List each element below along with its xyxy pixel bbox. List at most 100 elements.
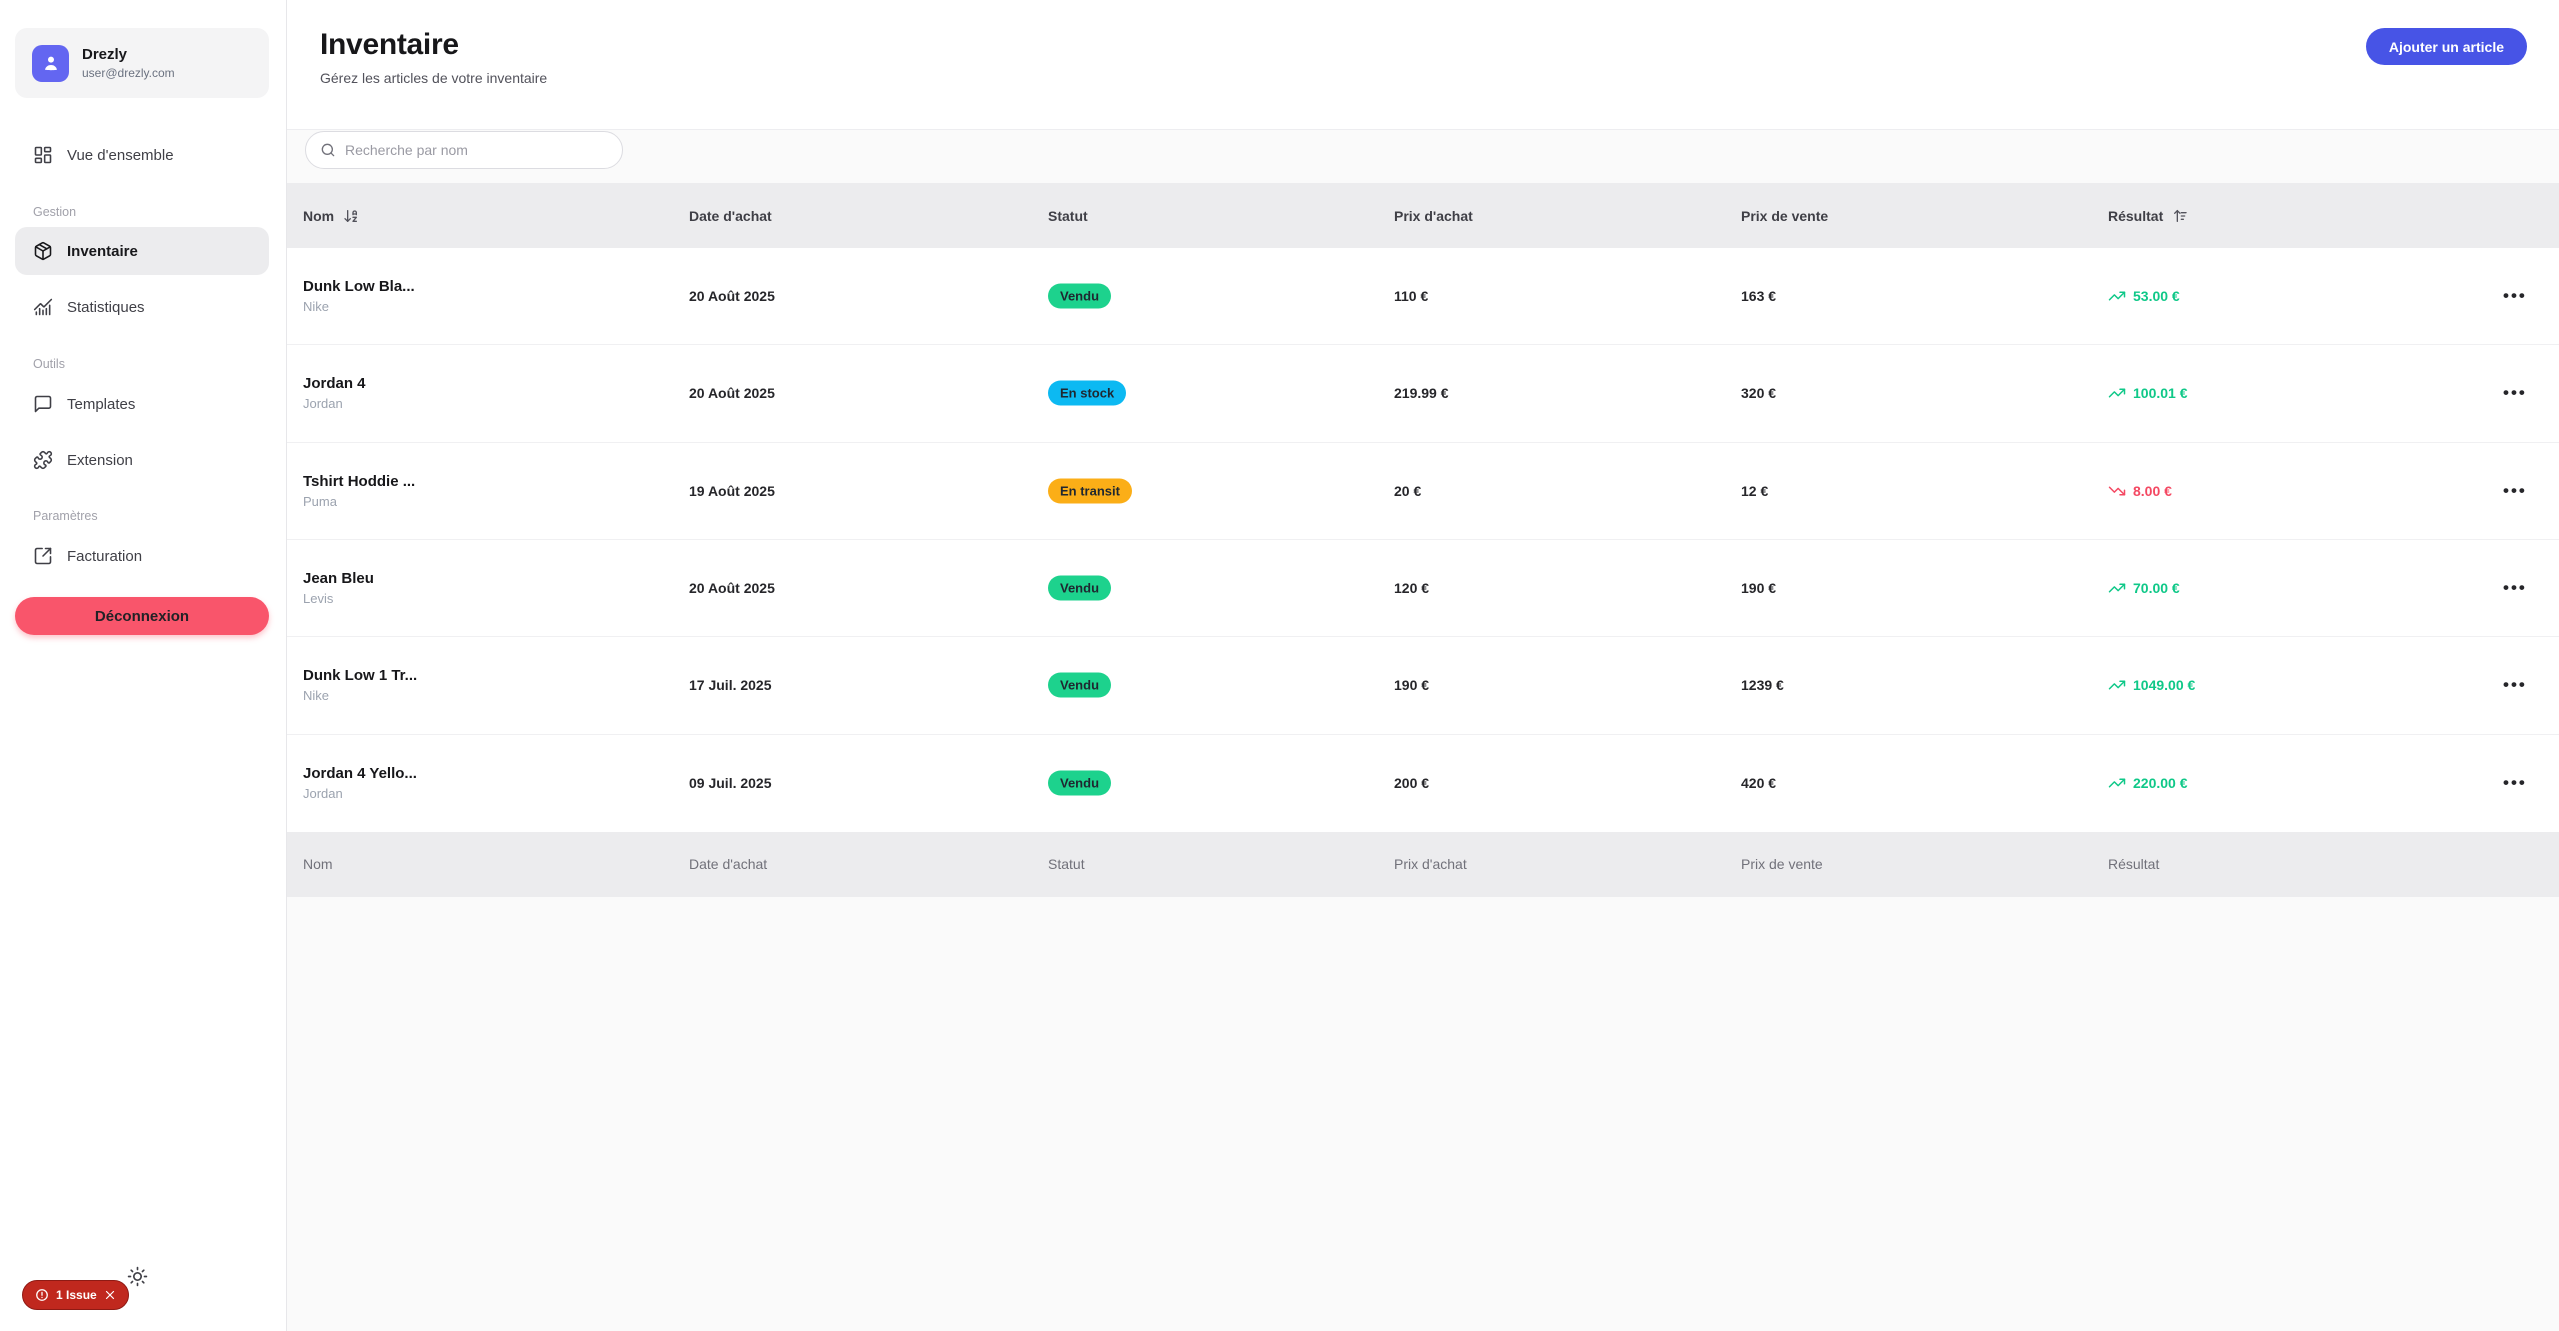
sort-a-z-icon[interactable]: [343, 208, 359, 224]
result-amount: 1049.00 €: [2133, 677, 2195, 693]
sale-price: 190 €: [1741, 580, 1776, 596]
result-value: 53.00 €: [2108, 287, 2180, 305]
user-card[interactable]: Drezly user@drezly.com: [15, 28, 269, 98]
column-header-nom[interactable]: Nom: [303, 208, 334, 224]
result-amount: 220.00 €: [2133, 775, 2188, 791]
issue-badge[interactable]: 1 Issue: [22, 1280, 129, 1310]
purchase-price: 20 €: [1394, 483, 1421, 499]
purchase-price: 219.99 €: [1394, 385, 1449, 401]
status-badge: Vendu: [1048, 284, 1111, 309]
search-input[interactable]: [345, 142, 608, 158]
column-header-prix-achat[interactable]: Prix d'achat: [1394, 208, 1473, 224]
table-row[interactable]: Dunk Low Bla... Nike 20 Août 2025 Vendu …: [287, 248, 2559, 345]
sidebar-item-overview[interactable]: Vue d'ensemble: [15, 135, 269, 175]
result-value: 70.00 €: [2108, 579, 2180, 597]
sale-price: 163 €: [1741, 288, 1776, 304]
purchase-price: 110 €: [1394, 288, 1428, 304]
page-title: Inventaire: [320, 28, 459, 62]
purchase-price: 120 €: [1394, 580, 1429, 596]
search-bar: [305, 131, 623, 169]
result-value: 100.01 €: [2108, 384, 2188, 402]
result-amount: 53.00 €: [2133, 288, 2180, 304]
sidebar-item-templates[interactable]: Templates: [15, 384, 269, 424]
logout-button[interactable]: Déconnexion: [15, 597, 269, 635]
result-value: 1049.00 €: [2108, 676, 2195, 694]
footer-col-nom: Nom: [303, 856, 333, 872]
sidebar-item-label: Vue d'ensemble: [67, 147, 174, 164]
row-actions-button[interactable]: •••: [2503, 578, 2527, 598]
issue-badge-label: 1 Issue: [56, 1288, 97, 1302]
result-amount: 100.01 €: [2133, 385, 2188, 401]
sidebar-item-label: Extension: [67, 452, 133, 469]
footer-col-prix-vente: Prix de vente: [1741, 856, 1823, 872]
column-header-resultat[interactable]: Résultat: [2108, 208, 2163, 224]
chart-icon: [33, 297, 53, 317]
purchase-price: 190 €: [1394, 677, 1429, 693]
row-actions-button[interactable]: •••: [2503, 481, 2527, 501]
purchase-date: 20 Août 2025: [689, 385, 775, 401]
item-brand: Jordan: [303, 396, 366, 411]
result-value: 220.00 €: [2108, 774, 2188, 792]
sidebar-section-outils: Outils: [33, 357, 65, 371]
result-amount: 70.00 €: [2133, 580, 2180, 596]
item-brand: Nike: [303, 299, 415, 314]
table-footer: Nom Date d'achat Statut Prix d'achat Pri…: [287, 832, 2559, 897]
item-name: Jordan 4: [303, 375, 366, 392]
app-window: Drezly user@drezly.com Vue d'ensemble Ge…: [0, 0, 2559, 1331]
column-header-date[interactable]: Date d'achat: [689, 208, 772, 224]
table-body: Dunk Low Bla... Nike 20 Août 2025 Vendu …: [287, 248, 2559, 832]
dashboard-icon: [33, 145, 53, 165]
sale-price: 1239 €: [1741, 677, 1784, 693]
status-badge: Vendu: [1048, 576, 1111, 601]
footer-col-statut: Statut: [1048, 856, 1085, 872]
sidebar-item-label: Statistiques: [67, 299, 145, 316]
sale-price: 12 €: [1741, 483, 1768, 499]
user-icon: [41, 53, 61, 73]
item-name: Dunk Low Bla...: [303, 278, 415, 295]
item-brand: Nike: [303, 688, 417, 703]
table-row[interactable]: Tshirt Hoddie ... Puma 19 Août 2025 En t…: [287, 443, 2559, 540]
trending-down-icon: [2108, 482, 2126, 500]
status-badge: Vendu: [1048, 771, 1111, 796]
footer-col-resultat: Résultat: [2108, 856, 2159, 872]
sale-price: 420 €: [1741, 775, 1776, 791]
trending-up-icon: [2108, 579, 2126, 597]
row-actions-button[interactable]: •••: [2503, 286, 2527, 306]
avatar: [32, 45, 69, 82]
sidebar-item-label: Facturation: [67, 548, 142, 565]
table-row[interactable]: Jordan 4 Jordan 20 Août 2025 En stock 21…: [287, 345, 2559, 442]
item-name: Dunk Low 1 Tr...: [303, 667, 417, 684]
row-actions-button[interactable]: •••: [2503, 773, 2527, 793]
purchase-date: 20 Août 2025: [689, 580, 775, 596]
add-article-button[interactable]: Ajouter un article: [2366, 28, 2527, 65]
sun-icon: [127, 1266, 148, 1287]
row-actions-button[interactable]: •••: [2503, 675, 2527, 695]
sort-filter-icon[interactable]: [2172, 208, 2188, 224]
table-row[interactable]: Dunk Low 1 Tr... Nike 17 Juil. 2025 Vend…: [287, 637, 2559, 734]
page-subtitle: Gérez les articles de votre inventaire: [320, 70, 547, 86]
purchase-date: 19 Août 2025: [689, 483, 775, 499]
purchase-date: 20 Août 2025: [689, 288, 775, 304]
sidebar-section-parametres: Paramètres: [33, 509, 98, 523]
search-icon: [320, 142, 336, 158]
table-row[interactable]: Jean Bleu Levis 20 Août 2025 Vendu 120 €…: [287, 540, 2559, 637]
trending-up-icon: [2108, 676, 2126, 694]
sidebar-item-inventaire[interactable]: Inventaire: [15, 227, 269, 275]
sidebar-item-extension[interactable]: Extension: [15, 440, 269, 480]
purchase-date: 17 Juil. 2025: [689, 677, 772, 693]
alert-circle-icon: [35, 1288, 49, 1302]
column-header-statut[interactable]: Statut: [1048, 208, 1088, 224]
sidebar-item-statistiques[interactable]: Statistiques: [15, 287, 269, 327]
footer-col-prix-achat: Prix d'achat: [1394, 856, 1467, 872]
theme-toggle-button[interactable]: [124, 1263, 150, 1289]
result-amount: 8.00 €: [2133, 483, 2172, 499]
purchase-price: 200 €: [1394, 775, 1429, 791]
sidebar-section-gestion: Gestion: [33, 205, 76, 219]
puzzle-icon: [33, 450, 53, 470]
close-icon[interactable]: [104, 1289, 116, 1301]
result-value: 8.00 €: [2108, 482, 2172, 500]
row-actions-button[interactable]: •••: [2503, 383, 2527, 403]
sidebar-item-facturation[interactable]: Facturation: [15, 536, 269, 576]
table-row[interactable]: Jordan 4 Yello... Jordan 09 Juil. 2025 V…: [287, 735, 2559, 832]
column-header-prix-vente[interactable]: Prix de vente: [1741, 208, 1828, 224]
